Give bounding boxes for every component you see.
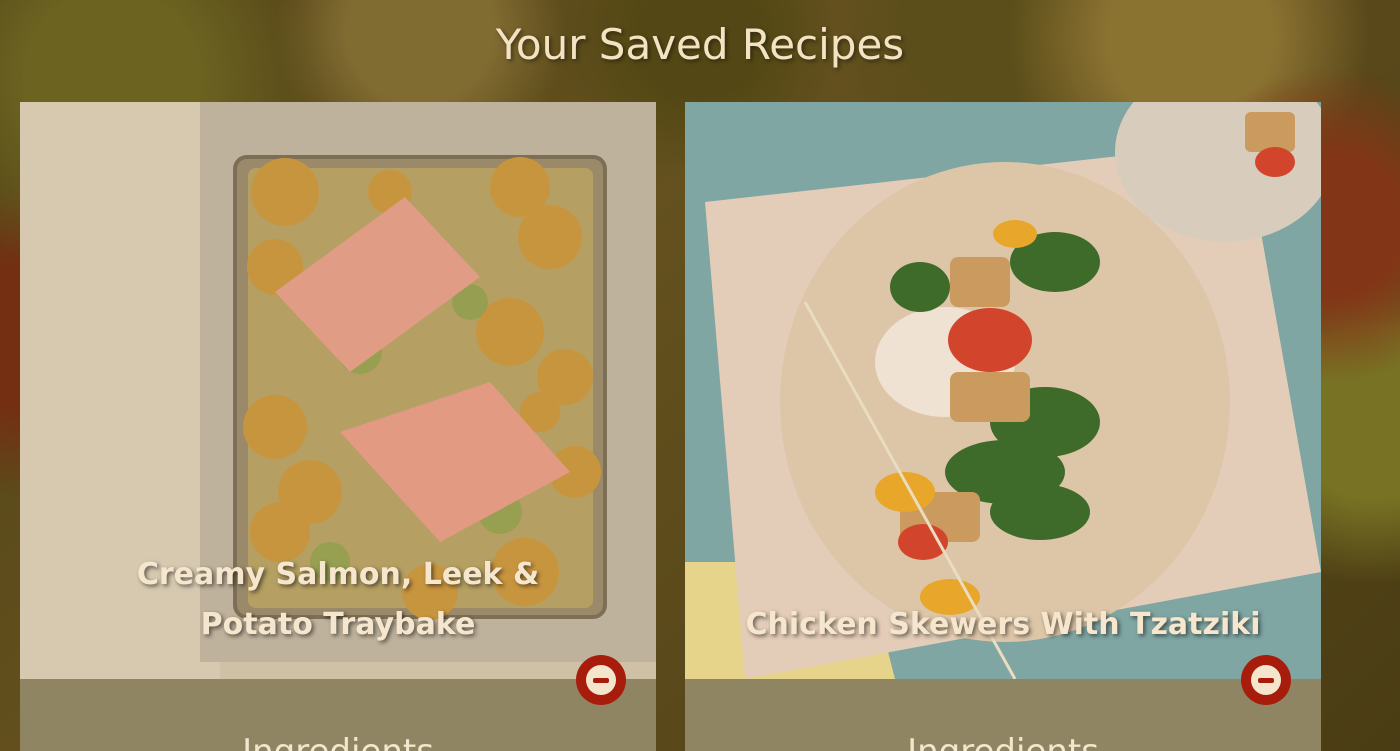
- remove-recipe-button[interactable]: [1241, 655, 1291, 705]
- page-title: Your Saved Recipes: [495, 20, 905, 69]
- recipe-title[interactable]: Chicken Skewers With Tzatziki: [685, 600, 1321, 650]
- recipe-card[interactable]: Creamy Salmon, Leek & Potato Traybake In…: [20, 102, 656, 751]
- ingredients-heading: Ingredients: [685, 732, 1321, 751]
- minus-circle-icon: [1251, 665, 1281, 695]
- remove-recipe-button[interactable]: [576, 655, 626, 705]
- recipe-card[interactable]: Chicken Skewers With Tzatziki Ingredient…: [685, 102, 1321, 751]
- recipe-image[interactable]: [685, 102, 1321, 679]
- recipe-title[interactable]: Creamy Salmon, Leek & Potato Traybake: [20, 550, 656, 650]
- minus-circle-icon: [586, 665, 616, 695]
- ingredients-heading: Ingredients: [20, 732, 656, 751]
